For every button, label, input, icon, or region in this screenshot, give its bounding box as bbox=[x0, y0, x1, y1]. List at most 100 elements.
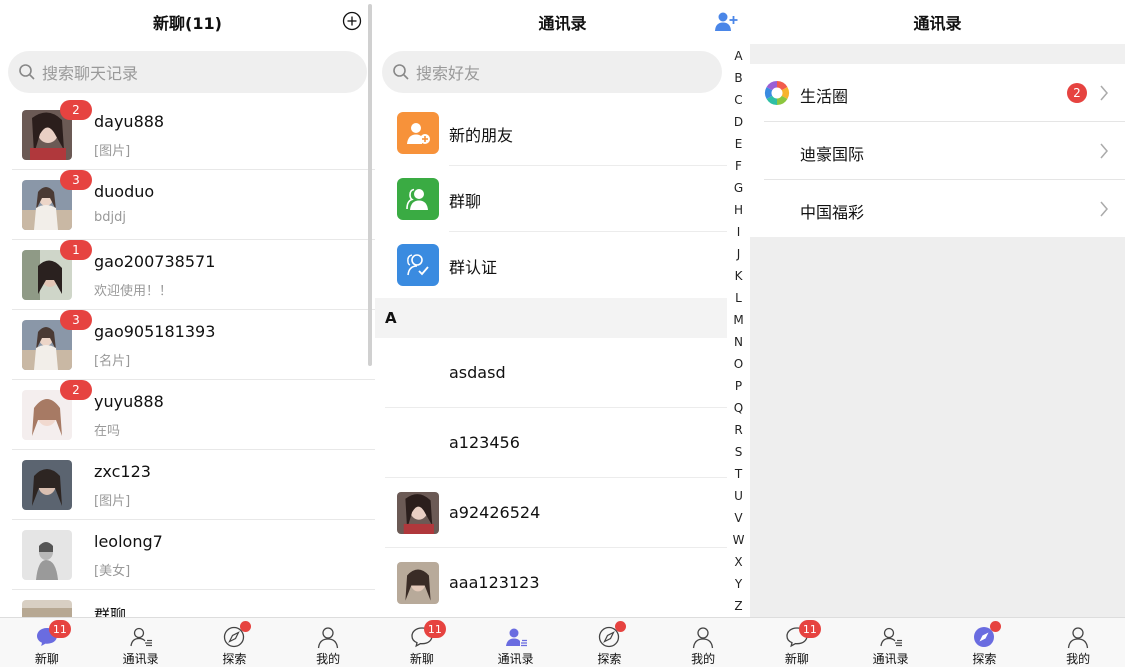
chevron-right-icon bbox=[1100, 85, 1108, 101]
tab-label: 我的 bbox=[691, 652, 716, 666]
group-chat-item[interactable]: 群聊 bbox=[375, 166, 727, 232]
alphabet-letter[interactable]: Z bbox=[734, 596, 742, 616]
chat-item[interactable]: 群聊 bbox=[0, 590, 375, 617]
tab-chats[interactable]: 11 新聊 bbox=[0, 618, 94, 667]
tab-explore[interactable]: 探索 bbox=[563, 618, 657, 667]
add-friend-icon[interactable] bbox=[714, 10, 738, 32]
alphabet-letter[interactable]: J bbox=[737, 244, 741, 264]
page-title: 新聊(11) bbox=[153, 14, 222, 33]
alphabet-letter[interactable]: W bbox=[733, 530, 745, 550]
contact-item[interactable]: a92426524 bbox=[375, 478, 727, 548]
alphabet-letter[interactable]: F bbox=[735, 156, 742, 176]
tab-badge: 11 bbox=[798, 620, 821, 638]
dihao-label: 迪豪国际 bbox=[800, 145, 865, 164]
chat-preview: [图片] bbox=[94, 494, 131, 509]
alphabet-letter[interactable]: H bbox=[734, 200, 743, 220]
discover-header: 通讯录 bbox=[750, 0, 1125, 44]
tab-bar: 11 新聊 通讯录 探索 我的 bbox=[375, 617, 750, 667]
chat-item[interactable]: leolong7 [美女] bbox=[0, 520, 375, 590]
alphabet-letter[interactable]: G bbox=[734, 178, 743, 198]
contacts-header: 通讯录 bbox=[375, 0, 750, 44]
alphabet-index[interactable]: ABCDEFGHIJKLMNOPQRSTUVWXYZ bbox=[727, 46, 750, 616]
contact-item[interactable]: aaa123123 bbox=[375, 548, 727, 617]
search-icon bbox=[393, 64, 409, 80]
alphabet-letter[interactable]: I bbox=[737, 222, 741, 242]
group-verify-label: 群认证 bbox=[449, 258, 498, 277]
lottery-label: 中国福彩 bbox=[800, 203, 865, 222]
search-placeholder: 搜索聊天记录 bbox=[42, 64, 139, 83]
tab-explore[interactable]: 探索 bbox=[188, 618, 282, 667]
section-header: A bbox=[375, 298, 727, 338]
contact-name: a123456 bbox=[449, 433, 520, 452]
chat-list: 2 dayu888 [图片] 3 duoduo bdjdj 1 gao20073… bbox=[0, 100, 375, 617]
add-circle-icon[interactable] bbox=[341, 10, 363, 32]
friend-search-input[interactable]: 搜索好友 bbox=[382, 51, 722, 93]
chat-preview: bdjdj bbox=[94, 210, 126, 225]
contact-item[interactable]: a123456 bbox=[375, 408, 727, 478]
tab-dot bbox=[990, 621, 1002, 632]
person-icon bbox=[317, 627, 339, 649]
new-friends-item[interactable]: 新的朋友 bbox=[375, 100, 727, 166]
alphabet-letter[interactable]: E bbox=[735, 134, 743, 154]
tab-explore[interactable]: 探索 bbox=[938, 618, 1032, 667]
chat-preview: [图片] bbox=[94, 144, 131, 159]
tab-contacts[interactable]: 通讯录 bbox=[94, 618, 188, 667]
tab-label: 探索 bbox=[972, 652, 997, 666]
tab-me[interactable]: 我的 bbox=[1031, 618, 1125, 667]
tab-me[interactable]: 我的 bbox=[656, 618, 750, 667]
alphabet-letter[interactable]: D bbox=[734, 112, 743, 132]
tab-me[interactable]: 我的 bbox=[281, 618, 375, 667]
alphabet-letter[interactable]: M bbox=[733, 310, 743, 330]
group-verify-item[interactable]: 群认证 bbox=[375, 232, 727, 298]
unread-badge: 2 bbox=[60, 380, 92, 400]
tab-chats[interactable]: 11 新聊 bbox=[375, 618, 469, 667]
alphabet-letter[interactable]: O bbox=[734, 354, 743, 374]
unread-badge: 3 bbox=[60, 170, 92, 190]
alphabet-letter[interactable]: B bbox=[734, 68, 742, 88]
alphabet-letter[interactable]: P bbox=[735, 376, 742, 396]
chat-name: duoduo bbox=[94, 182, 155, 201]
tab-label: 我的 bbox=[1066, 652, 1091, 666]
alphabet-letter[interactable]: Q bbox=[734, 398, 743, 418]
alphabet-letter[interactable]: A bbox=[734, 46, 742, 66]
chat-item[interactable]: 2 yuyu888 在吗 bbox=[0, 380, 375, 450]
contacts-list: 新的朋友 群聊 群认证 A asdasd a123456 a92426524 a… bbox=[375, 100, 727, 617]
chat-item[interactable]: 3 duoduo bdjdj bbox=[0, 170, 375, 240]
tab-dot bbox=[240, 621, 252, 632]
alphabet-letter[interactable]: R bbox=[734, 420, 742, 440]
alphabet-letter[interactable]: L bbox=[735, 288, 742, 308]
alphabet-letter[interactable]: X bbox=[734, 552, 742, 572]
chat-item[interactable]: zxc123 [图片] bbox=[0, 450, 375, 520]
chat-item[interactable]: 3 gao905181393 [名片] bbox=[0, 310, 375, 380]
scrollbar[interactable] bbox=[368, 4, 372, 366]
alphabet-letter[interactable]: C bbox=[734, 90, 742, 110]
alphabet-letter[interactable]: Y bbox=[735, 574, 742, 594]
chat-name: gao905181393 bbox=[94, 322, 216, 341]
contact-name: a92426524 bbox=[449, 503, 541, 522]
lottery-item[interactable]: 中国福彩 bbox=[750, 180, 1125, 238]
tab-badge: 11 bbox=[423, 620, 446, 638]
alphabet-letter[interactable]: T bbox=[735, 464, 742, 484]
chat-item[interactable]: 2 dayu888 [图片] bbox=[0, 100, 375, 170]
contact-item[interactable]: asdasd bbox=[375, 338, 727, 408]
chat-item[interactable]: 1 gao200738571 欢迎使用！！ bbox=[0, 240, 375, 310]
tab-chats[interactable]: 11 新聊 bbox=[750, 618, 844, 667]
alphabet-letter[interactable]: V bbox=[734, 508, 742, 528]
new-friends-icon bbox=[397, 112, 439, 154]
alphabet-letter[interactable]: S bbox=[735, 442, 743, 462]
tab-contacts[interactable]: 通讯录 bbox=[469, 618, 563, 667]
alphabet-letter[interactable]: N bbox=[734, 332, 743, 352]
chat-search-input[interactable]: 搜索聊天记录 bbox=[8, 51, 367, 93]
chat-name: dayu888 bbox=[94, 112, 165, 131]
dihao-item[interactable]: 迪豪国际 bbox=[750, 122, 1125, 180]
tab-contacts[interactable]: 通讯录 bbox=[844, 618, 938, 667]
alphabet-letter[interactable]: U bbox=[734, 486, 743, 506]
moments-item[interactable]: 生活圈 2 bbox=[750, 64, 1125, 122]
tab-label: 通讯录 bbox=[872, 652, 909, 666]
new-friends-label: 新的朋友 bbox=[449, 126, 514, 145]
tab-label: 新聊 bbox=[784, 652, 809, 666]
tab-label: 探索 bbox=[222, 652, 247, 666]
chat-name: 群聊 bbox=[94, 606, 127, 617]
alphabet-letter[interactable]: K bbox=[735, 266, 743, 286]
empty-area bbox=[750, 237, 1125, 618]
